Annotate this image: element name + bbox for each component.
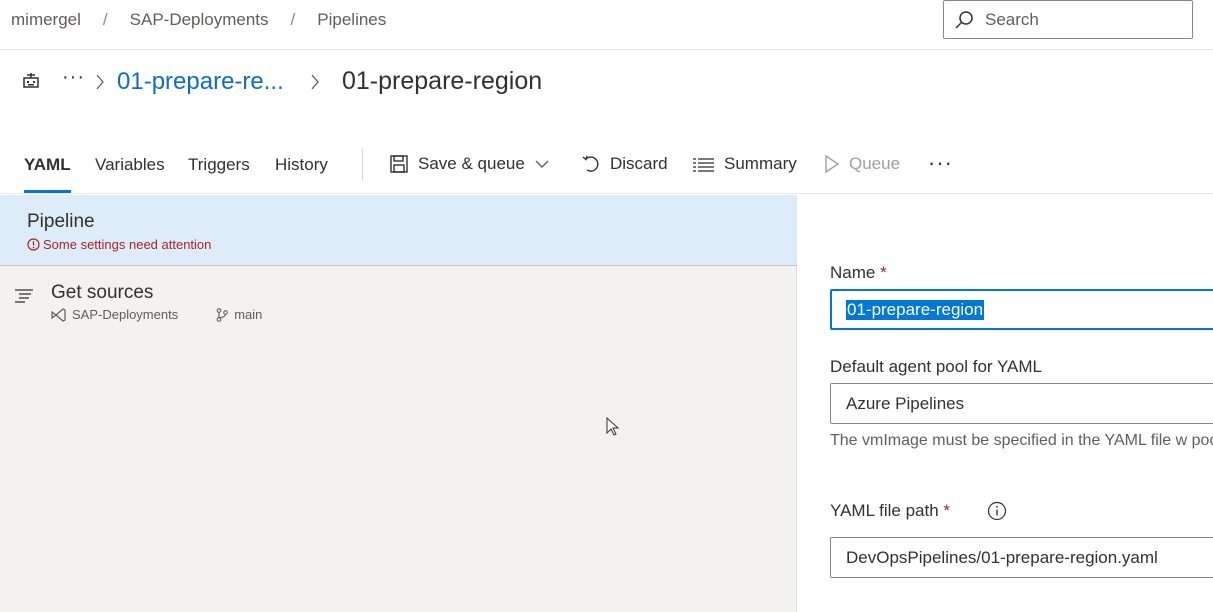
- repo-name: SAP-Deployments: [72, 307, 179, 322]
- chevron-right-icon: [96, 74, 104, 90]
- breadcrumb-organization[interactable]: mimergel: [11, 10, 81, 30]
- get-sources-title[interactable]: Get sources: [51, 282, 153, 304]
- branch-info: main: [216, 307, 262, 322]
- breadcrumb-separator: /: [102, 10, 108, 29]
- more-actions-button[interactable]: ···: [928, 150, 953, 176]
- toolbar-divider: [362, 149, 363, 181]
- get-sources-icon: [15, 289, 33, 303]
- branch-icon: [216, 307, 229, 322]
- yaml-path-field[interactable]: DevOpsPipelines/01-prepare-region.yaml: [830, 537, 1213, 578]
- pipeline-robot-icon: [23, 73, 39, 88]
- tab-toolbar: YAML Variables Triggers History Save & q…: [0, 140, 1213, 194]
- queue-label: Queue: [849, 154, 901, 173]
- chevron-down-icon[interactable]: [535, 159, 549, 169]
- list-icon: [693, 158, 714, 172]
- play-icon: [825, 154, 840, 174]
- save-icon: [390, 155, 408, 173]
- breadcrumb-project[interactable]: SAP-Deployments: [130, 10, 269, 30]
- search-box[interactable]: Search: [943, 0, 1193, 39]
- repo-icon: [51, 307, 66, 322]
- summary-button[interactable]: Summary: [693, 154, 797, 174]
- pipeline-parent-link[interactable]: 01-prepare-re...: [117, 68, 284, 96]
- name-label: Name *: [830, 263, 887, 282]
- tab-triggers[interactable]: Triggers: [188, 155, 250, 175]
- top-bar: mimergel / SAP-Deployments / Pipelines S…: [0, 0, 1213, 50]
- agent-pool-select[interactable]: Azure Pipelines: [830, 383, 1213, 424]
- discard-button[interactable]: Discard: [581, 154, 668, 174]
- pipeline-node[interactable]: Pipeline Some settings need attention: [0, 195, 797, 266]
- page-title: 01-prepare-region: [342, 67, 543, 95]
- pipeline-warning: Some settings need attention: [27, 237, 211, 252]
- more-breadcrumbs-button[interactable]: ···: [62, 66, 85, 89]
- yaml-path-label: YAML file path *: [830, 501, 951, 520]
- queue-button[interactable]: Queue: [824, 154, 900, 174]
- pipeline-tree-panel: Pipeline Some settings need attention Ge…: [0, 195, 797, 612]
- info-icon[interactable]: [987, 501, 1007, 521]
- active-tab-indicator: [24, 190, 71, 193]
- agent-pool-hint: The vmImage must be specified in the YAM…: [830, 432, 1213, 449]
- breadcrumb-pipelines[interactable]: Pipelines: [317, 10, 386, 30]
- breadcrumb: mimergel / SAP-Deployments / Pipelines: [11, 10, 386, 30]
- branch-name: main: [234, 307, 263, 322]
- tab-history[interactable]: History: [275, 155, 328, 175]
- tab-yaml[interactable]: YAML: [24, 155, 71, 175]
- summary-label: Summary: [724, 154, 797, 173]
- pipeline-warning-text: Some settings need attention: [43, 237, 212, 252]
- tab-variables[interactable]: Variables: [95, 155, 165, 175]
- search-icon: [955, 10, 973, 29]
- discard-label: Discard: [610, 154, 668, 173]
- pipeline-title: Pipeline: [27, 211, 95, 232]
- get-sources-details: SAP-Deployments main: [51, 307, 262, 322]
- mouse-cursor-icon: [606, 417, 620, 436]
- name-field-value: 01-prepare-region: [846, 299, 985, 320]
- name-field[interactable]: 01-prepare-region: [830, 289, 1213, 330]
- undo-icon: [582, 155, 599, 172]
- pipeline-settings-panel: Name * 01-prepare-region Default agent p…: [798, 195, 1213, 612]
- error-icon: [27, 238, 40, 251]
- agent-pool-value: Azure Pipelines: [846, 393, 965, 413]
- save-queue-label: Save & queue: [418, 154, 525, 173]
- agent-pool-label: Default agent pool for YAML: [830, 357, 1043, 376]
- save-queue-button[interactable]: Save & queue: [389, 154, 549, 174]
- title-row: ··· 01-prepare-re... 01-prepare-region: [0, 60, 1213, 106]
- yaml-path-value: DevOpsPipelines/01-prepare-region.yaml: [846, 547, 1158, 567]
- breadcrumb-separator: /: [290, 10, 296, 29]
- chevron-right-icon: [311, 74, 319, 90]
- search-input[interactable]: Search: [985, 10, 1039, 30]
